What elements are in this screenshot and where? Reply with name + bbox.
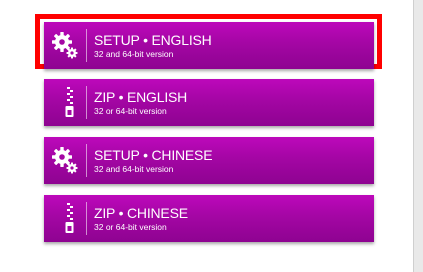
- zip-file-icon: [50, 201, 80, 236]
- button-title: ZIP • ENGLISH: [94, 89, 188, 105]
- button-title: SETUP • ENGLISH: [94, 32, 212, 48]
- separator: [86, 144, 87, 177]
- gears-icon: [50, 28, 80, 63]
- button-subtitle: 32 and 64-bit version: [94, 49, 174, 59]
- button-subtitle: 32 and 64-bit version: [94, 164, 174, 174]
- separator: [86, 29, 87, 62]
- download-panel: SETUP • ENGLISH 32 and 64-bit version ZI…: [0, 0, 414, 272]
- download-zip-english-button[interactable]: ZIP • ENGLISH 32 or 64-bit version: [44, 79, 374, 126]
- download-setup-english-button[interactable]: SETUP • ENGLISH 32 and 64-bit version: [44, 22, 374, 69]
- zip-file-icon: [50, 85, 80, 120]
- separator: [86, 86, 87, 119]
- gears-icon: [50, 143, 80, 178]
- button-subtitle: 32 or 64-bit version: [94, 222, 167, 232]
- download-zip-chinese-button[interactable]: ZIP • CHINESE 32 or 64-bit version: [44, 195, 374, 242]
- button-subtitle: 32 or 64-bit version: [94, 106, 167, 116]
- button-title: SETUP • CHINESE: [94, 147, 213, 163]
- download-setup-chinese-button[interactable]: SETUP • CHINESE 32 and 64-bit version: [44, 137, 374, 184]
- separator: [86, 202, 87, 235]
- button-title: ZIP • CHINESE: [94, 205, 188, 221]
